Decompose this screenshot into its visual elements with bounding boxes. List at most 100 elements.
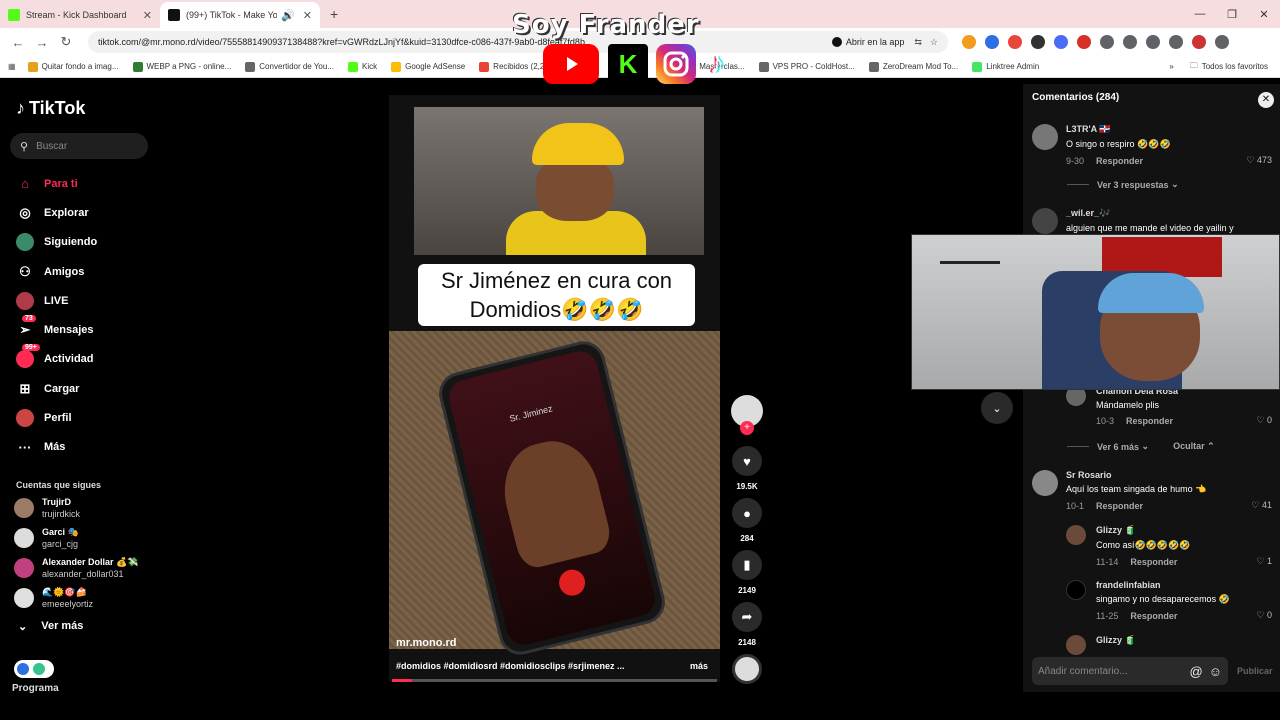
reply-button[interactable]: Responder — [1096, 156, 1143, 166]
search-input[interactable]: ⚲ Buscar — [10, 133, 148, 159]
extension-icon[interactable] — [962, 35, 976, 49]
comment-icon[interactable]: ● — [732, 498, 762, 528]
view-replies-button[interactable]: Ver 3 respuestas ⌄ — [1067, 179, 1179, 190]
post-button[interactable]: Publicar — [1237, 666, 1273, 676]
more-button[interactable]: más — [690, 661, 708, 671]
comment-likes[interactable]: ♡ 0 — [1256, 415, 1272, 426]
comment-likes[interactable]: ♡ 473 — [1246, 155, 1272, 166]
bookmark[interactable]: Google AdSense — [391, 61, 465, 72]
puzzle-icon[interactable] — [1100, 35, 1114, 49]
comment-author[interactable]: Glizzy 🧃 — [1096, 525, 1272, 536]
video-hashtags[interactable]: #domidios #domidiosrd #domidiosclips #sr… — [396, 661, 646, 671]
new-tab-button[interactable]: + — [320, 6, 348, 28]
mention-icon[interactable]: @ — [1190, 664, 1203, 679]
following-account[interactable]: Alexander Dollar 💰💸 alexander_dollar031 — [10, 556, 150, 580]
sidebar-item-live[interactable]: LIVE — [10, 286, 150, 315]
comment-author[interactable]: _wil.er_🎶 — [1066, 208, 1272, 219]
heart-icon[interactable]: ♥ — [732, 446, 762, 476]
comment-author[interactable]: frandelinfabian — [1096, 580, 1272, 590]
bookmark[interactable]: ZeroDream Mod To... — [868, 61, 958, 72]
bookmark[interactable]: Quitar fondo a imag... — [27, 61, 119, 72]
chevron-right-icon[interactable]: » — [1169, 62, 1173, 71]
tab-tiktok[interactable]: (99+) TikTok - Make Your Day 🔊 ✕ — [160, 2, 320, 28]
emoji-icon[interactable]: ☺ — [1209, 664, 1222, 679]
sidebar-item-actividad[interactable]: 99+ Actividad — [10, 344, 150, 374]
apps-grid-icon[interactable]: ▦ — [8, 62, 16, 71]
comment-author[interactable]: L3TR'A 🇩🇴 — [1066, 124, 1272, 135]
comment-author[interactable]: Sr Rosario — [1066, 470, 1272, 480]
next-video-button[interactable]: ⌄ — [981, 392, 1013, 424]
star-icon[interactable]: ☆ — [930, 37, 938, 48]
reply-button[interactable]: Responder — [1130, 557, 1177, 567]
menu-dots-icon[interactable] — [1215, 35, 1229, 49]
extension-icon[interactable] — [1077, 35, 1091, 49]
avatar[interactable] — [1066, 580, 1086, 600]
sidebar-item-siguiendo[interactable]: Siguiendo — [10, 228, 150, 257]
reply-button[interactable]: Responder — [1126, 416, 1173, 426]
translate-icon[interactable]: ⇆ — [914, 37, 922, 48]
extension-icon[interactable] — [1031, 35, 1045, 49]
sidebar-item-amigos[interactable]: ⚇ Amigos — [10, 257, 150, 286]
downloads-icon[interactable] — [1146, 35, 1160, 49]
follow-plus-icon[interactable]: + — [740, 421, 754, 435]
sidebar-item-mas[interactable]: ··· Más — [10, 433, 150, 462]
program-label[interactable]: Programa — [12, 683, 59, 694]
avatar[interactable] — [1066, 635, 1086, 655]
bookmark[interactable]: Convertidor de You... — [245, 61, 334, 72]
reload-icon[interactable]: ↻ — [54, 34, 78, 50]
share-icon[interactable]: ➦ — [732, 602, 762, 632]
back-icon[interactable]: ← — [6, 35, 30, 50]
forward-icon[interactable]: → — [30, 35, 54, 50]
sidebar-icon[interactable] — [1123, 35, 1137, 49]
bookmark[interactable]: Kick — [348, 61, 377, 72]
tab-kick-dashboard[interactable]: Stream - Kick Dashboard ✕ — [0, 2, 160, 28]
hide-replies-button[interactable]: Ocultar ⌃ — [1173, 441, 1215, 452]
author-avatar[interactable]: + — [731, 395, 763, 435]
view-more-label[interactable]: Ver 6 más — [1097, 442, 1139, 452]
all-favorites[interactable]: » 🗀 Todos los favoritos — [1169, 60, 1268, 74]
close-tab-icon[interactable]: ✕ — [143, 9, 152, 22]
bookmark[interactable]: Linktree Admin — [972, 61, 1039, 72]
comment-likes[interactable]: ♡ 41 — [1251, 500, 1272, 511]
avatar[interactable] — [1032, 208, 1058, 234]
bookmark[interactable]: VPS PRO - ColdHost... — [758, 61, 855, 72]
extension-icon[interactable] — [1054, 35, 1068, 49]
comment-likes[interactable]: ♡ 0 — [1256, 610, 1272, 621]
video-author[interactable]: mr.mono.rd — [396, 637, 457, 649]
program-toggle[interactable] — [14, 660, 54, 678]
following-account[interactable]: TrujirD trujirdkick — [10, 496, 150, 520]
comment-author[interactable]: Glizzy 🧃 — [1096, 635, 1272, 646]
profile-icon[interactable] — [1169, 35, 1183, 49]
minimize-icon[interactable]: — — [1184, 0, 1216, 28]
video-progress-bar[interactable] — [392, 679, 717, 682]
avatar[interactable] — [1032, 124, 1058, 150]
extension-icon[interactable] — [1008, 35, 1022, 49]
avatar[interactable] — [1032, 470, 1058, 496]
comment-likes[interactable]: ♡ 1 — [1256, 556, 1272, 567]
close-tab-icon[interactable]: ✕ — [303, 9, 312, 22]
avatar[interactable] — [1192, 35, 1206, 49]
extension-icon[interactable] — [985, 35, 999, 49]
bookmark[interactable]: WEBP a PNG - online... — [132, 61, 231, 72]
sidebar-item-perfil[interactable]: Perfil — [10, 403, 150, 432]
sidebar-item-cargar[interactable]: ⊞ Cargar — [10, 374, 150, 403]
sidebar-item-para-ti[interactable]: ⌂ Para ti — [10, 169, 150, 198]
following-account[interactable]: Garci 🎭 garci_cjg — [10, 526, 150, 550]
sidebar-item-mensajes[interactable]: ➢ 73 Mensajes — [10, 315, 150, 344]
reply-button[interactable]: Responder — [1096, 501, 1143, 511]
close-window-icon[interactable]: ✕ — [1248, 0, 1280, 28]
video-player[interactable]: Sr Jiménez en cura con Domidios🤣🤣🤣 Sr. J… — [389, 95, 720, 682]
avatar[interactable] — [1066, 525, 1086, 545]
close-icon[interactable]: ✕ — [1258, 92, 1274, 108]
see-more-button[interactable]: ⌄ Ver más — [10, 620, 150, 633]
speaker-icon[interactable]: 🔊 — [281, 9, 295, 22]
restore-icon[interactable]: ❐ — [1216, 0, 1248, 28]
reply-button[interactable]: Responder — [1130, 611, 1177, 621]
comment-input[interactable]: Añadir comentario... @ ☺ — [1032, 657, 1228, 685]
bookmark-icon[interactable]: ▮ — [732, 550, 762, 580]
following-account[interactable]: 🌊🌞🎯🍰 emeeelyortiz — [10, 586, 150, 610]
music-disc-icon[interactable] — [732, 654, 762, 684]
sidebar-item-explorar[interactable]: ◎ Explorar — [10, 198, 150, 227]
open-in-app-button[interactable]: Abrir en la app — [831, 37, 904, 47]
tiktok-logo[interactable]: ♪ TikTok — [16, 98, 150, 119]
